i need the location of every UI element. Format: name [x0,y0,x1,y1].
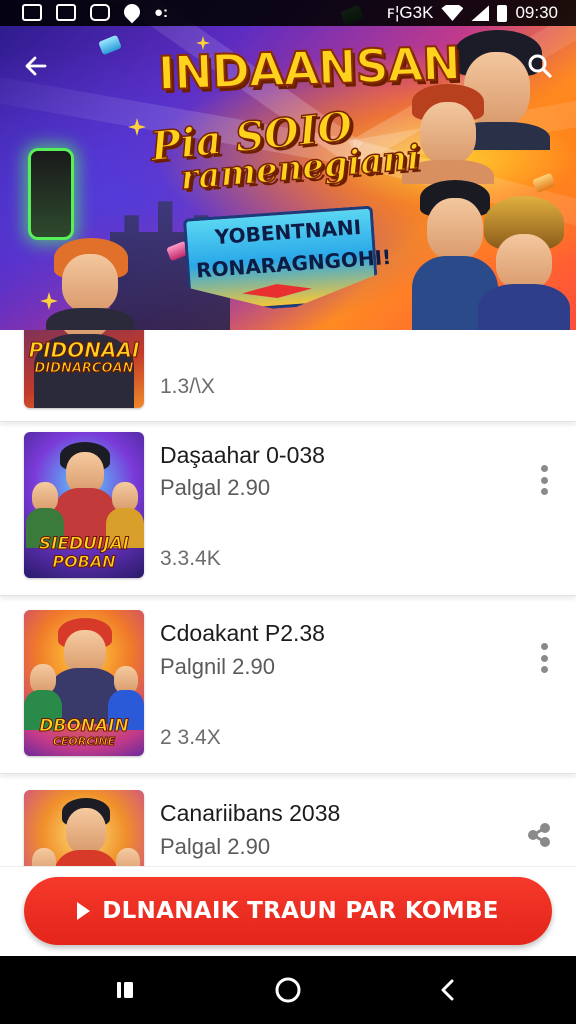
image-icon [22,4,42,21]
gem-icon [98,34,122,56]
download-count: 1.3/\X [160,375,215,398]
banner-title-line1: INDAANSAN [156,35,461,101]
thumbnail-subtitle: DIDNARCOAN [34,361,134,376]
camera-icon [90,4,110,21]
character-left-art [40,238,140,330]
game-thumbnail[interactable]: DBONAIN CEORCINE [24,610,144,756]
more-vertical-icon[interactable] [530,638,558,678]
share-button[interactable] [524,820,556,852]
game-thumbnail[interactable]: SIEDUIJAI POBAN [24,432,144,578]
play-icon [77,902,91,920]
promo-banner[interactable]: INDAANSAN Pia SOIO ramenegiani YOBENTNAN… [0,0,576,330]
more-notifications-icon: ●: [154,4,169,21]
download-button[interactable]: DLNANAIK TRAUN PAR KOMBE [24,877,552,945]
status-bar: ●: ꜰ¦G3K 09:30 [0,0,576,26]
thumbnail-subtitle: CEORCINE [52,735,116,748]
back-button[interactable] [18,48,54,84]
signal-icon [471,5,490,21]
game-title[interactable]: Cdoakant P2.38 [160,620,325,647]
arrow-left-icon [25,56,47,76]
thumbnail-title: SIEDUIJAI [38,534,130,554]
nav-home-button[interactable] [266,970,310,1010]
list-item[interactable]: Canariibans 2038 Palgal 2.90 [0,774,576,870]
share-icon [528,823,550,847]
nav-back-icon [441,979,454,1001]
game-subtitle: Palgal 2.90 [160,834,271,859]
cta-container: DLNANAIK TRAUN PAR KOMBE [0,866,576,956]
nav-recents-icon [117,982,133,998]
system-nav-bar [0,956,576,1024]
banner-lantern-art [28,148,74,240]
game-thumbnail[interactable]: PIDONAAI DIDNARCOAN [24,330,144,408]
more-vertical-icon[interactable] [530,460,558,500]
game-list[interactable]: PIDONAAI DIDNARCOAN 1.3/\X SIEDUIJAI POB… [0,330,576,870]
game-subtitle: Palgnil 2.90 [160,654,275,679]
thumbnail-subtitle: POBAN [52,552,116,571]
search-icon [528,54,552,78]
battery-icon [497,4,508,22]
game-title[interactable]: Daşaahar 0-038 [160,442,325,469]
game-subtitle: Palgal 2.90 [160,475,271,500]
status-notification-icons: ●: [22,0,174,24]
nav-back-button[interactable] [426,970,470,1010]
game-title[interactable]: Canariibans 2038 [160,800,340,827]
status-system-icons: ꜰ¦G3K 09:30 [387,3,558,23]
status-network-text: ꜰ¦G3K [386,3,434,22]
character-helmet-art [478,196,570,330]
wifi-icon [441,5,464,21]
gallery-icon [56,4,76,21]
download-button-label: DLNANAIK TRAUN PAR KOMBE [102,898,499,924]
game-thumbnail[interactable] [24,790,144,870]
download-count: 3.3.4K [160,547,221,570]
nav-home-icon [275,977,301,1003]
list-item[interactable]: SIEDUIJAI POBAN Daşaahar 0-038 Palgal 2.… [0,422,576,596]
shield-icon [120,0,144,24]
nav-recents-button[interactable] [104,970,148,1010]
search-button[interactable] [522,48,558,84]
thumbnail-title: PIDONAAI [28,338,140,362]
status-time: 09:30 [515,3,558,22]
thumbnail-title: DBONAIN [39,716,129,736]
list-item[interactable]: PIDONAAI DIDNARCOAN 1.3/\X [0,330,576,422]
list-item[interactable]: DBONAIN CEORCINE Cdoakant P2.38 Palgnil … [0,596,576,774]
gem-icon [532,172,556,194]
download-count: 2 3.4X [160,726,221,749]
